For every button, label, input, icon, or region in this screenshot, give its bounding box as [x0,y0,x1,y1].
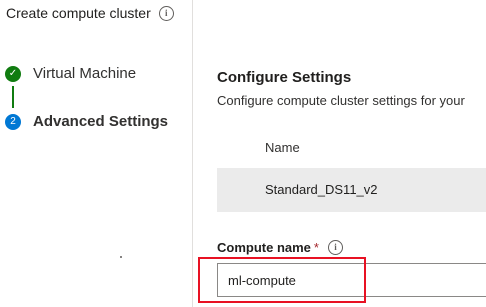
cursor-dot [120,256,122,258]
info-icon[interactable]: i [327,240,343,255]
section-description: Configure compute cluster settings for y… [217,93,465,108]
step-virtual-machine[interactable]: ✓ Virtual Machine [5,65,136,82]
selected-vm-row[interactable]: Standard_DS11_v2 [217,168,486,212]
column-header-name: Name [265,140,300,155]
section-title: Configure Settings [217,69,352,86]
compute-name-label: Compute name [217,240,311,255]
settings-panel: Configure Settings Configure compute clu… [217,0,486,307]
step-label: Advanced Settings [33,113,169,130]
step-connector [12,86,14,108]
vm-size-name: Standard_DS11_v2 [265,182,378,197]
step-advanced-settings[interactable]: 2 Advanced Settings [5,113,168,130]
wizard-stepper: ✓ Virtual Machine 2 Advanced Settings [0,0,193,307]
step-label: Virtual Machine [33,65,137,82]
required-marker: * [313,240,319,255]
compute-name-label-row: Compute name * i [217,240,343,255]
check-icon: ✓ [5,65,21,82]
compute-name-input[interactable] [217,263,486,297]
step-number-badge: 2 [5,113,21,130]
